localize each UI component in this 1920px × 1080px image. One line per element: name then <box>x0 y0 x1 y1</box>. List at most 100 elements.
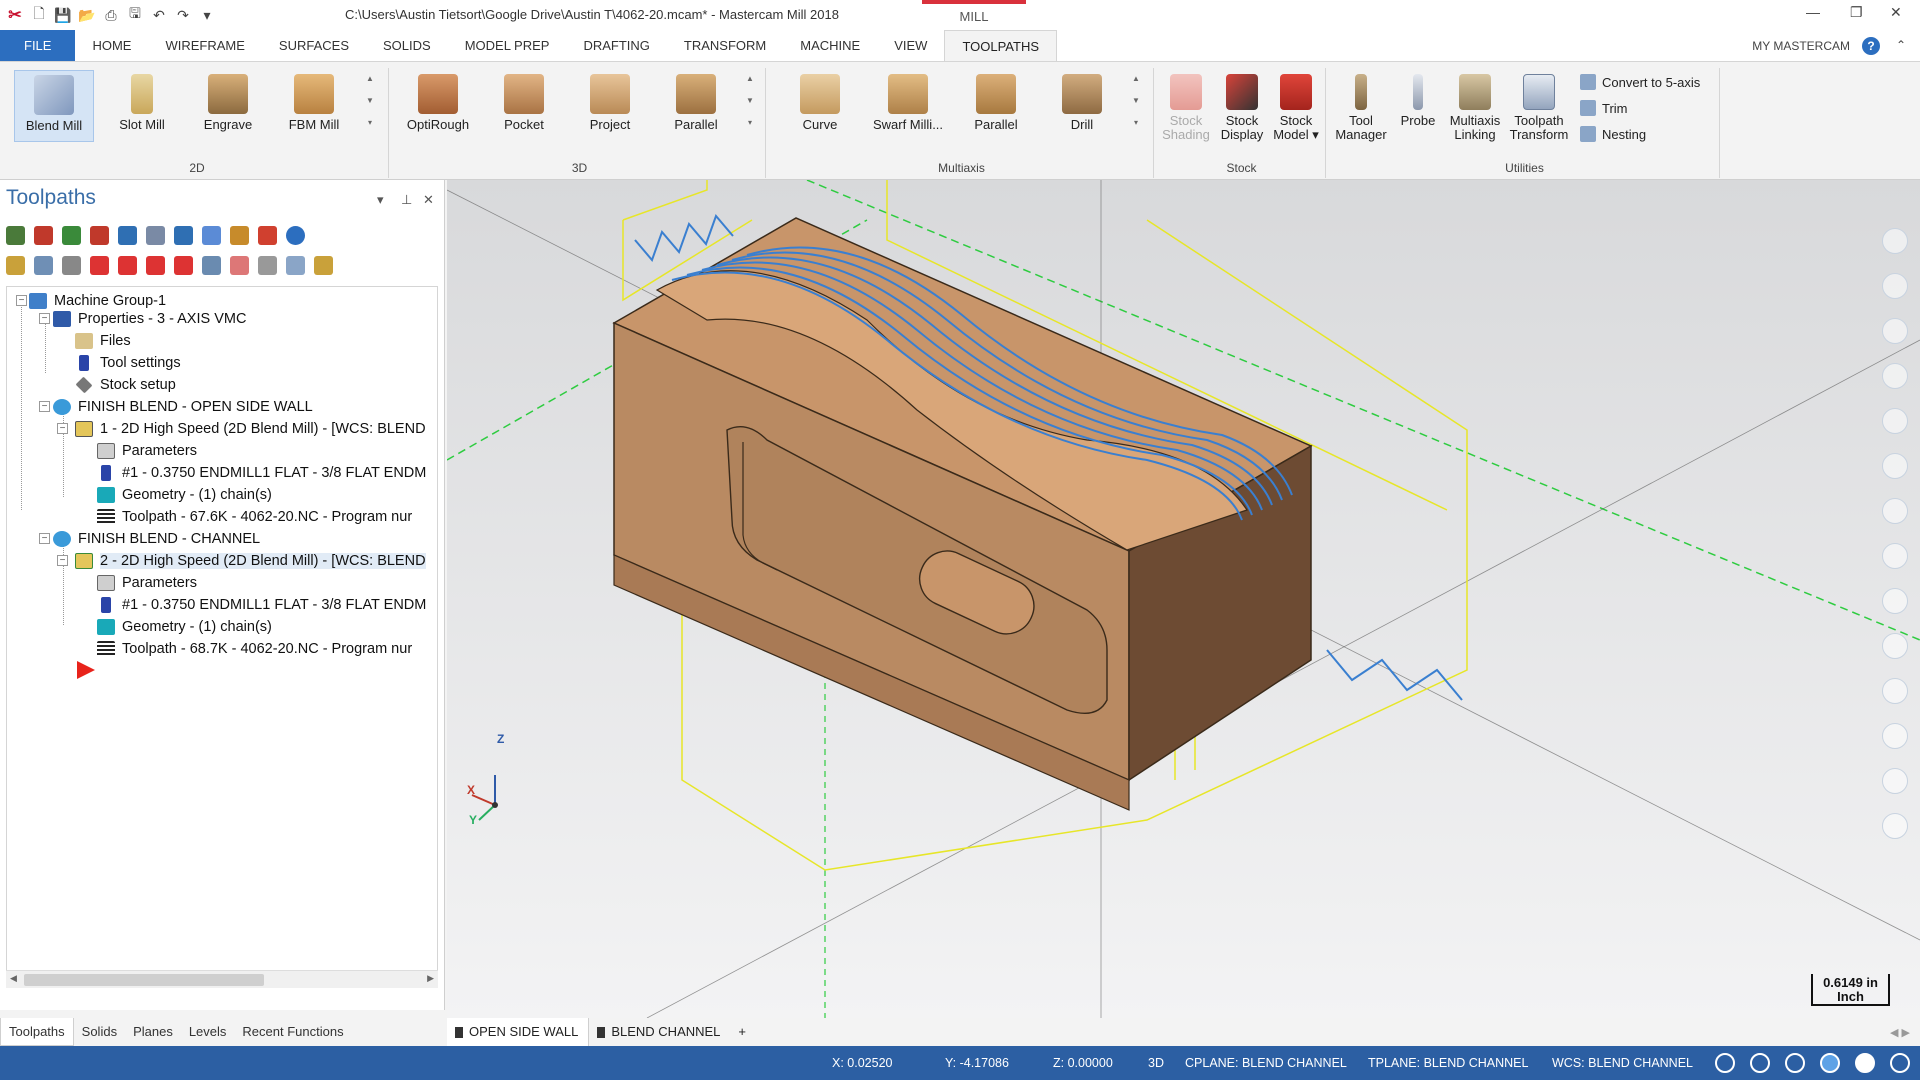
tab-solids-manager[interactable]: Solids <box>74 1018 125 1046</box>
tab-wireframe[interactable]: WIREFRAME <box>148 30 261 61</box>
tab-scroll-arrows-icon[interactable]: ◀ ▶ <box>1890 1026 1910 1039</box>
expand-toggle[interactable]: − <box>57 555 68 566</box>
expand-toggle[interactable]: − <box>39 401 50 412</box>
tab-surfaces[interactable]: SURFACES <box>262 30 366 61</box>
tree-item-files[interactable]: Files <box>75 331 131 351</box>
show-associated-geometry-icon[interactable] <box>230 256 249 275</box>
graphics-viewport[interactable]: Z X Y 0.6149 in Inch <box>447 180 1920 1018</box>
expand-collapse-icon[interactable] <box>286 256 305 275</box>
world-icon[interactable] <box>1785 1053 1805 1073</box>
engrave-button[interactable]: Engrave <box>188 70 268 142</box>
simulate-icon[interactable] <box>174 226 193 245</box>
solid-icon[interactable] <box>1882 588 1908 614</box>
tree-item-operation-1[interactable]: 1 - 2D High Speed (2D Blend Mill) - [WCS… <box>75 419 426 439</box>
cancel-icon[interactable] <box>1882 813 1908 839</box>
tree-item-geometry[interactable]: Geometry - (1) chain(s) <box>97 617 272 637</box>
panel-close-icon[interactable]: ✕ <box>423 192 434 208</box>
pocket-button[interactable]: Pocket <box>484 70 564 142</box>
lock-icon[interactable] <box>6 256 25 275</box>
zoom-in-icon[interactable] <box>1882 228 1908 254</box>
redo-icon[interactable]: ↷ <box>174 6 192 24</box>
gallery-down-icon[interactable]: ▼ <box>744 92 756 110</box>
view-cube-icon[interactable] <box>1882 408 1908 434</box>
slot-mill-button[interactable]: Slot Mill <box>102 70 182 142</box>
pin-icon[interactable]: ⊥ <box>401 192 412 208</box>
close-icon[interactable]: ✕ <box>1890 4 1902 21</box>
tab-home[interactable]: HOME <box>75 30 148 61</box>
gallery-expand-icon[interactable]: ▾ <box>364 114 376 132</box>
scrollbar-thumb[interactable] <box>24 974 264 986</box>
select-all-icon[interactable] <box>6 226 25 245</box>
post-g1-icon[interactable] <box>202 226 221 245</box>
panel-menu-icon[interactable]: ▾ <box>377 192 384 208</box>
tab-open-side-wall[interactable]: OPEN SIDE WALL <box>447 1018 590 1046</box>
translucency-icon[interactable] <box>1890 1053 1910 1073</box>
scroll-right-icon[interactable]: ▶ <box>427 973 434 984</box>
gallery-up-icon[interactable]: ▲ <box>744 70 756 88</box>
tree-item-toolpath[interactable]: Toolpath - 67.6K - 4062-20.NC - Program … <box>97 507 412 527</box>
tab-planes-manager[interactable]: Planes <box>125 1018 181 1046</box>
fbm-mill-button[interactable]: FBM Mill <box>274 70 354 142</box>
help-icon[interactable]: ? <box>1862 37 1880 55</box>
gallery-expand-icon[interactable]: ▾ <box>744 114 756 132</box>
tab-toolpaths[interactable]: TOOLPATHS <box>944 30 1058 61</box>
layer-icon[interactable] <box>1882 633 1908 659</box>
options-icon[interactable] <box>314 256 333 275</box>
regenerate-selected-icon[interactable] <box>62 226 81 245</box>
tree-item-properties[interactable]: Properties - 3 - AXIS VMC <box>53 309 246 329</box>
move-up-icon[interactable] <box>118 256 137 275</box>
help-operations-icon[interactable] <box>286 226 305 245</box>
tree-item-tool-settings[interactable]: Tool settings <box>75 353 181 373</box>
optirough-button[interactable]: OptiRough <box>398 70 478 142</box>
only-display-selected-icon[interactable] <box>202 256 221 275</box>
insert-arrow-icon[interactable] <box>146 256 165 275</box>
operations-tree[interactable]: − Machine Group-1 − Properties - 3 - AXI… <box>6 286 438 980</box>
save-icon[interactable]: 💾 <box>54 6 72 24</box>
tab-view[interactable]: VIEW <box>877 30 944 61</box>
wireframe-icon[interactable] <box>1855 1053 1875 1073</box>
gallery-down-icon[interactable]: ▼ <box>1130 92 1142 110</box>
level-icon[interactable] <box>1882 723 1908 749</box>
stock-model-button[interactable]: Stock Model ▾ <box>1268 70 1324 142</box>
gallery-expand-icon[interactable]: ▾ <box>1130 114 1142 132</box>
customize-qat-icon[interactable]: ▾ <box>198 6 216 24</box>
tplane-status[interactable]: TPLANE: BLEND CHANNEL <box>1368 1056 1528 1070</box>
shaded-icon[interactable] <box>1820 1053 1840 1073</box>
move-down-icon[interactable] <box>90 256 109 275</box>
tree-item-tool[interactable]: #1 - 0.3750 ENDMILL1 FLAT - 3/8 FLAT END… <box>97 595 426 615</box>
horizontal-scrollbar[interactable]: ◀ ▶ <box>6 970 438 988</box>
parallel-3d-button[interactable]: Parallel <box>656 70 736 142</box>
expand-toggle[interactable]: − <box>39 313 50 324</box>
grid-icon[interactable] <box>1882 678 1908 704</box>
scroll-to-arrow-icon[interactable] <box>174 256 193 275</box>
toolpath-transform-button[interactable]: Toolpath Transform <box>1506 70 1572 142</box>
tree-item-geometry[interactable]: Geometry - (1) chain(s) <box>97 485 272 505</box>
curve-snap-icon[interactable] <box>1882 363 1908 389</box>
gallery-up-icon[interactable]: ▲ <box>364 70 376 88</box>
tree-item-finish-blend-channel[interactable]: FINISH BLEND - CHANNEL <box>53 529 260 549</box>
undo-icon[interactable]: ↶ <box>150 6 168 24</box>
drill-button[interactable]: Drill <box>1042 70 1122 142</box>
gallery-down-icon[interactable]: ▼ <box>364 92 376 110</box>
tree-item-finish-blend-open-side-wall[interactable]: FINISH BLEND - OPEN SIDE WALL <box>53 397 313 417</box>
highfeed-icon[interactable] <box>230 226 249 245</box>
restore-icon[interactable]: ❐ <box>1850 4 1863 21</box>
tab-model-prep[interactable]: MODEL PREP <box>448 30 567 61</box>
add-view-sheet-button[interactable]: + <box>730 1018 756 1046</box>
nesting-button[interactable]: Nesting <box>1580 124 1646 144</box>
minimize-icon[interactable]: — <box>1806 4 1820 20</box>
cplane-status[interactable]: CPLANE: BLEND CHANNEL <box>1185 1056 1347 1070</box>
multiaxis-linking-button[interactable]: Multiaxis Linking <box>1444 70 1506 142</box>
probe-button[interactable]: Probe <box>1392 70 1444 142</box>
stock-display-button[interactable]: Stock Display <box>1214 70 1270 142</box>
print-icon[interactable]: ⎙ <box>102 6 120 24</box>
tab-file[interactable]: FILE <box>0 30 76 61</box>
dimension-mode[interactable]: 3D <box>1148 1056 1164 1070</box>
deselect-all-icon[interactable] <box>34 226 53 245</box>
shading-icon[interactable] <box>1882 543 1908 569</box>
tree-item-tool[interactable]: #1 - 0.3750 ENDMILL1 FLAT - 3/8 FLAT END… <box>97 463 426 483</box>
tree-item-stock-setup[interactable]: Stock setup <box>75 375 176 395</box>
open-icon[interactable]: 📂 <box>78 6 96 24</box>
tree-item-machine-group[interactable]: Machine Group-1 <box>29 291 166 311</box>
pencil-icon[interactable] <box>1882 498 1908 524</box>
